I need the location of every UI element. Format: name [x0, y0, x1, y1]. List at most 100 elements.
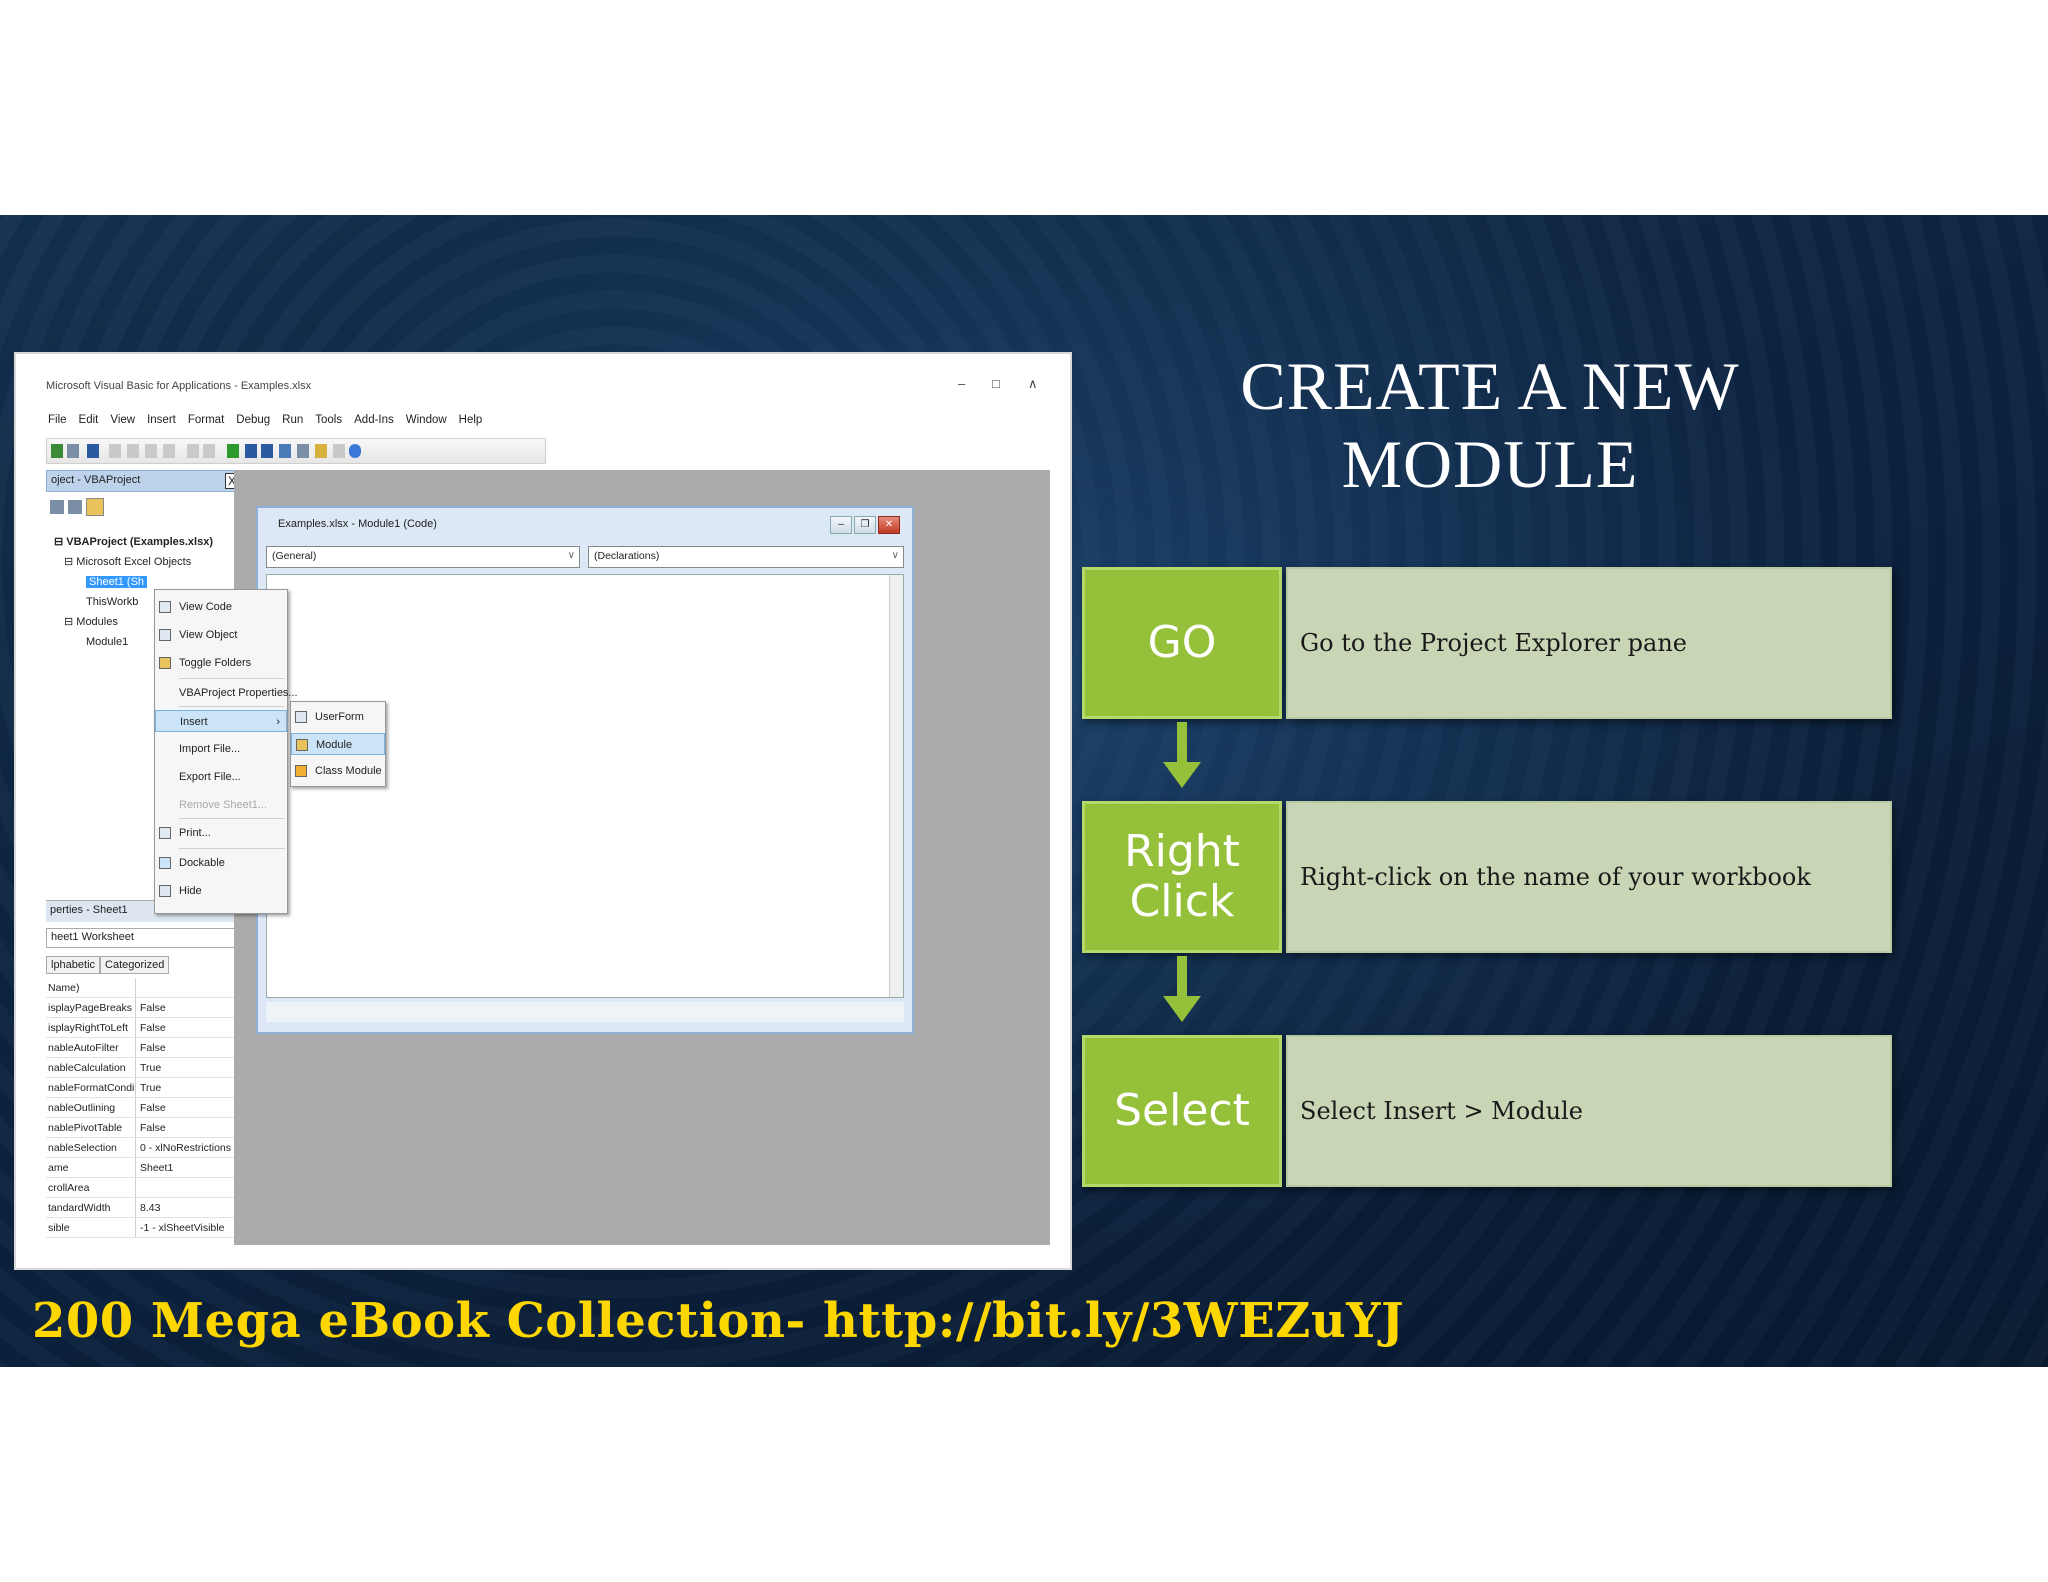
maximize-icon[interactable]: □	[992, 376, 1000, 391]
menu-edit[interactable]: Edit	[79, 414, 99, 426]
property-row[interactable]: crollArea	[46, 1178, 242, 1198]
menu-item-view-code[interactable]: View Code	[155, 596, 287, 618]
property-row[interactable]: nableCalculation True	[46, 1058, 242, 1078]
folder-icon: ⊟	[64, 556, 77, 568]
menu-item-insert[interactable]: Insert ›	[155, 710, 287, 732]
footer-promo[interactable]: 200 Mega eBook Collection- http://bit.ly…	[32, 1293, 1404, 1349]
property-row[interactable]: nableSelection 0 - xlNoRestrictions	[46, 1138, 242, 1158]
property-key: nableOutlining	[46, 1098, 136, 1117]
property-row[interactable]: nablePivotTable False	[46, 1118, 242, 1138]
property-row[interactable]: nableAutoFilter False	[46, 1038, 242, 1058]
menu-insert[interactable]: Insert	[147, 414, 176, 426]
help-icon[interactable]	[349, 444, 361, 458]
menu-window[interactable]: Window	[406, 414, 447, 426]
find-icon[interactable]	[163, 444, 175, 458]
properties-object-select[interactable]: heet1 Worksheet	[46, 928, 242, 948]
property-value[interactable]: False	[136, 1038, 166, 1057]
tree-excel-objects[interactable]: ⊟ Microsoft Excel Objects	[54, 552, 213, 572]
menu-item-userform[interactable]: UserForm	[291, 706, 385, 728]
property-value[interactable]: False	[136, 1018, 166, 1037]
menu-item-label: UserForm	[315, 711, 364, 723]
minimize-icon[interactable]: –	[958, 376, 965, 391]
menu-item-label: VBAProject Properties...	[179, 687, 298, 699]
property-value[interactable]: True	[136, 1058, 161, 1077]
collapse-icon[interactable]: ∧	[1028, 376, 1038, 392]
menu-item-view-object[interactable]: View Object	[155, 624, 287, 646]
property-row[interactable]: sible -1 - xlSheetVisible	[46, 1218, 242, 1238]
object-browser-icon[interactable]	[333, 444, 345, 458]
paste-icon[interactable]	[145, 444, 157, 458]
property-value[interactable]: False	[136, 1118, 166, 1137]
menu-help[interactable]: Help	[459, 414, 483, 426]
code-window-title: Examples.xlsx - Module1 (Code)	[278, 518, 437, 530]
property-key: nableSelection	[46, 1138, 136, 1157]
undo-icon[interactable]	[187, 444, 199, 458]
step-tag-right-click: Right Click	[1082, 801, 1282, 953]
properties-grid: Name) isplayPageBreaks False isplayRightT…	[46, 978, 242, 1238]
view-code-icon[interactable]	[50, 500, 64, 514]
menu-item-project-properties[interactable]: VBAProject Properties...	[155, 682, 298, 704]
menu-format[interactable]: Format	[188, 414, 224, 426]
menu-item-label: Dockable	[179, 857, 225, 869]
tree-root[interactable]: ⊟ VBAProject (Examples.xlsx)	[54, 532, 213, 552]
save-icon[interactable]	[87, 444, 99, 458]
restore-icon[interactable]: ❐	[854, 516, 876, 534]
property-value[interactable]	[136, 978, 140, 997]
insert-form-icon[interactable]	[67, 444, 79, 458]
slide-title-line-2: MODULE	[1341, 426, 1639, 502]
property-row[interactable]: nableOutlining False	[46, 1098, 242, 1118]
object-combo[interactable]: (General) ∨	[266, 546, 580, 568]
property-row[interactable]: nableFormatConditionsCTrue	[46, 1078, 242, 1098]
property-row[interactable]: isplayRightToLeft False	[46, 1018, 242, 1038]
menu-view[interactable]: View	[110, 414, 135, 426]
cut-icon[interactable]	[109, 444, 121, 458]
project-pane-title: oject - VBAProject X	[46, 470, 242, 492]
view-object-icon[interactable]	[68, 500, 82, 514]
property-value[interactable]: True	[136, 1078, 161, 1097]
property-value[interactable]: 0 - xlNoRestrictions	[136, 1138, 231, 1157]
redo-icon[interactable]	[203, 444, 215, 458]
design-mode-icon[interactable]	[279, 444, 291, 458]
menu-item-class-module[interactable]: Class Module	[291, 760, 385, 782]
tab-alphabetic[interactable]: lphabetic	[46, 956, 101, 974]
reset-icon[interactable]	[261, 444, 273, 458]
menu-item-import[interactable]: Import File...	[155, 738, 287, 760]
property-value[interactable]: False	[136, 998, 166, 1017]
property-row[interactable]: tandardWidth 8.43	[46, 1198, 242, 1218]
close-icon[interactable]: ✕	[878, 516, 900, 534]
property-value[interactable]	[136, 1178, 140, 1197]
minimize-icon[interactable]: –	[830, 516, 852, 534]
menu-item-dockable[interactable]: Dockable	[155, 852, 287, 874]
procedure-combo[interactable]: (Declarations) ∨	[588, 546, 904, 568]
run-icon[interactable]	[227, 444, 239, 458]
property-value[interactable]: False	[136, 1098, 166, 1117]
userform-icon	[295, 711, 307, 723]
menu-file[interactable]: File	[48, 414, 67, 426]
vertical-scrollbar[interactable]	[889, 575, 903, 997]
copy-icon[interactable]	[127, 444, 139, 458]
menu-item-label: Remove Sheet1...	[179, 799, 268, 811]
property-row[interactable]: isplayPageBreaks False	[46, 998, 242, 1018]
break-icon[interactable]	[245, 444, 257, 458]
menu-item-module[interactable]: Module	[291, 733, 385, 755]
tree-expand-icon[interactable]: ⊟	[54, 536, 66, 548]
menu-item-hide[interactable]: Hide	[155, 880, 287, 902]
menu-item-print[interactable]: Print...	[155, 822, 287, 844]
tab-categorized[interactable]: Categorized	[100, 956, 170, 974]
menu-tools[interactable]: Tools	[315, 414, 342, 426]
menu-addins[interactable]: Add-Ins	[354, 414, 394, 426]
menu-debug[interactable]: Debug	[236, 414, 270, 426]
property-value[interactable]: Sheet1	[136, 1158, 173, 1177]
horizontal-scrollbar[interactable]	[266, 1002, 904, 1022]
excel-icon[interactable]	[51, 444, 63, 458]
property-row[interactable]: Name)	[46, 978, 242, 998]
property-value[interactable]: 8.43	[136, 1198, 160, 1217]
toggle-folders-icon[interactable]	[86, 498, 104, 516]
menu-item-export[interactable]: Export File...	[155, 766, 287, 788]
menu-item-toggle-folders[interactable]: Toggle Folders	[155, 652, 287, 674]
menu-run[interactable]: Run	[282, 414, 303, 426]
project-explorer-icon[interactable]	[297, 444, 309, 458]
properties-icon[interactable]	[315, 444, 327, 458]
property-value[interactable]: -1 - xlSheetVisible	[136, 1218, 224, 1237]
property-row[interactable]: ame Sheet1	[46, 1158, 242, 1178]
